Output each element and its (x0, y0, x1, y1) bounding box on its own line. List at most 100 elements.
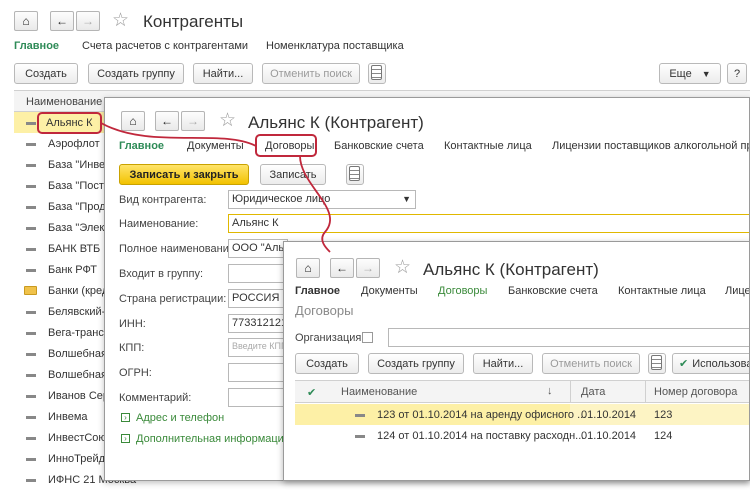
group-input[interactable] (228, 264, 288, 283)
create-group-button[interactable]: Создать группу (88, 63, 184, 84)
list-item[interactable]: ▬ Аэрофлот (14, 133, 114, 154)
list-settings-button[interactable] (648, 353, 666, 374)
list-item[interactable]: ▬ Иванов Серг (14, 385, 114, 406)
list-item[interactable]: ▬ База "Постав (14, 175, 116, 196)
tab-contracts[interactable]: Договоры (265, 140, 314, 152)
table-row[interactable]: ▬ 124 от 01.10.2014 на поставку расходн.… (295, 425, 749, 446)
tab-contracts[interactable]: Договоры (438, 285, 487, 297)
save-button[interactable]: Записать (260, 164, 326, 185)
organization-input[interactable] (388, 328, 749, 347)
cancel-search-button[interactable]: Отменить поиск (542, 353, 640, 374)
tab-main[interactable]: Главное (295, 285, 340, 297)
ogrn-input[interactable] (228, 363, 288, 382)
tab-documents[interactable]: Документы (361, 285, 418, 297)
tab-main[interactable]: Главное (14, 40, 59, 52)
tab-alcohol-licenses[interactable]: Лицензии поставщиков алкогольной про (552, 140, 749, 152)
item-icon: ▬ (26, 138, 36, 149)
forward-button[interactable]: → (356, 258, 380, 278)
kpp-placeholder: Введите КПП (232, 341, 288, 351)
name-input[interactable]: Альянс К (228, 214, 749, 233)
list-item[interactable]: ▬ Волшебная Л (14, 364, 117, 385)
tab-settlement-accounts[interactable]: Счета расчетов с контрагентами (82, 40, 248, 52)
list-item[interactable]: ▬ БАНК ВТБ (14, 238, 114, 259)
comment-input[interactable] (228, 388, 288, 407)
list-item[interactable]: ▬ Белявский-ч (14, 301, 114, 322)
tab-supplier-nomenclature[interactable]: Номенклатура поставщика (266, 40, 404, 52)
column-number-header[interactable]: Номер договора (654, 386, 737, 398)
list-item[interactable]: ▬ Вега-транс (14, 322, 114, 343)
column-check-header[interactable]: ✔ (307, 386, 316, 399)
list-item[interactable]: ▬ База "Электр (14, 217, 116, 238)
inn-label: ИНН: (119, 318, 146, 330)
column-name-header[interactable]: Наименование (341, 386, 417, 398)
list-item[interactable]: ▬ Альянс К (14, 112, 114, 133)
expand-address-icon[interactable]: › (121, 413, 130, 422)
more-menu-button[interactable]: Еще ▼ (659, 63, 721, 84)
expand-additional-icon[interactable]: › (121, 434, 130, 443)
header-divider (570, 381, 571, 403)
country-label: Страна регистрации: (119, 293, 227, 305)
home-button[interactable]: ⌂ (121, 111, 145, 131)
list-item[interactable]: Банки (кред (14, 280, 114, 301)
tab-licenses[interactable]: Лице (725, 285, 749, 297)
cancel-search-button[interactable]: Отменить поиск (262, 63, 360, 84)
column-name-header[interactable]: Наименование (26, 96, 102, 108)
find-button[interactable]: Найти... (193, 63, 253, 84)
list-item-label: Альянс К (46, 117, 93, 129)
fullname-input[interactable]: ООО "Альянс К" (228, 239, 288, 258)
table-row[interactable]: ▬ 123 от 01.10.2014 на аренду офисного .… (295, 404, 749, 425)
print-button[interactable] (346, 164, 364, 185)
back-arrow-icon: ← (336, 261, 348, 275)
create-button[interactable]: Создать (295, 353, 359, 374)
list-item[interactable]: ▬ Банк РФТ (14, 259, 114, 280)
favorite-star-icon[interactable]: ☆ (219, 111, 236, 131)
tab-documents[interactable]: Документы (187, 140, 244, 152)
home-button[interactable]: ⌂ (14, 11, 38, 31)
forward-button[interactable]: → (181, 111, 205, 131)
group-label: Входит в группу: (119, 268, 203, 280)
list-settings-button[interactable] (368, 63, 386, 84)
back-button[interactable]: ← (50, 11, 74, 31)
tab-contact-persons[interactable]: Контактные лица (618, 285, 706, 297)
favorite-star-icon[interactable]: ☆ (394, 258, 411, 278)
list-item[interactable]: ▬ Инвема (14, 406, 114, 427)
inn-input[interactable]: 7733121212 (228, 314, 288, 333)
create-button[interactable]: Создать (14, 63, 78, 84)
home-button[interactable]: ⌂ (296, 258, 320, 278)
create-group-button[interactable]: Создать группу (368, 353, 464, 374)
back-button[interactable]: ← (155, 111, 179, 131)
tab-bank-accounts[interactable]: Банковские счета (334, 140, 424, 152)
forward-button[interactable]: → (76, 11, 100, 31)
list-item[interactable]: ▬ Волшебная Л (14, 343, 117, 364)
list-item[interactable]: ▬ База "Инвен (14, 154, 114, 175)
list-item[interactable]: ▬ ИнвестСоюз (14, 427, 114, 448)
tab-bank-accounts[interactable]: Банковские счета (508, 285, 598, 297)
contracts-table: ✔ Наименование ↓ Дата Номер договора ▬ 1… (295, 380, 749, 480)
tab-contact-persons[interactable]: Контактные лица (444, 140, 532, 152)
item-icon: ▬ (26, 306, 36, 317)
kpp-input[interactable]: Введите КПП (228, 338, 288, 357)
item-icon: ▬ (26, 264, 36, 275)
address-phone-link[interactable]: Адрес и телефон (136, 412, 224, 424)
organization-checkbox[interactable] (362, 332, 373, 343)
list-item-label: База "Инвен (48, 159, 112, 171)
back-button[interactable]: ← (330, 258, 354, 278)
country-input[interactable]: РОССИЯ (228, 289, 288, 308)
tab-main[interactable]: Главное (119, 140, 164, 152)
additional-info-link[interactable]: Дополнительная информация (136, 433, 290, 445)
help-button[interactable]: ? (727, 63, 747, 84)
list-item[interactable]: ▬ ИнноТрейд (14, 448, 114, 469)
kind-select[interactable]: Юридическое лицо ▼ (228, 190, 416, 209)
use-button[interactable]: ✔Использовать (672, 353, 749, 374)
save-and-close-button[interactable]: Записать и закрыть (119, 164, 249, 185)
sort-desc-icon[interactable]: ↓ (547, 385, 553, 397)
list-item[interactable]: ▬ База "Проду (14, 196, 114, 217)
item-icon: ▬ (26, 222, 36, 233)
column-date-header[interactable]: Дата (581, 386, 605, 398)
page-title: Контрагенты (143, 12, 244, 31)
find-button[interactable]: Найти... (473, 353, 533, 374)
list-icon (371, 65, 382, 80)
favorite-star-icon[interactable]: ☆ (112, 11, 129, 31)
list-item-label: БАНК ВТБ (48, 243, 101, 255)
list-item[interactable]: ▬ ИФНС 21 Москва (14, 469, 136, 490)
